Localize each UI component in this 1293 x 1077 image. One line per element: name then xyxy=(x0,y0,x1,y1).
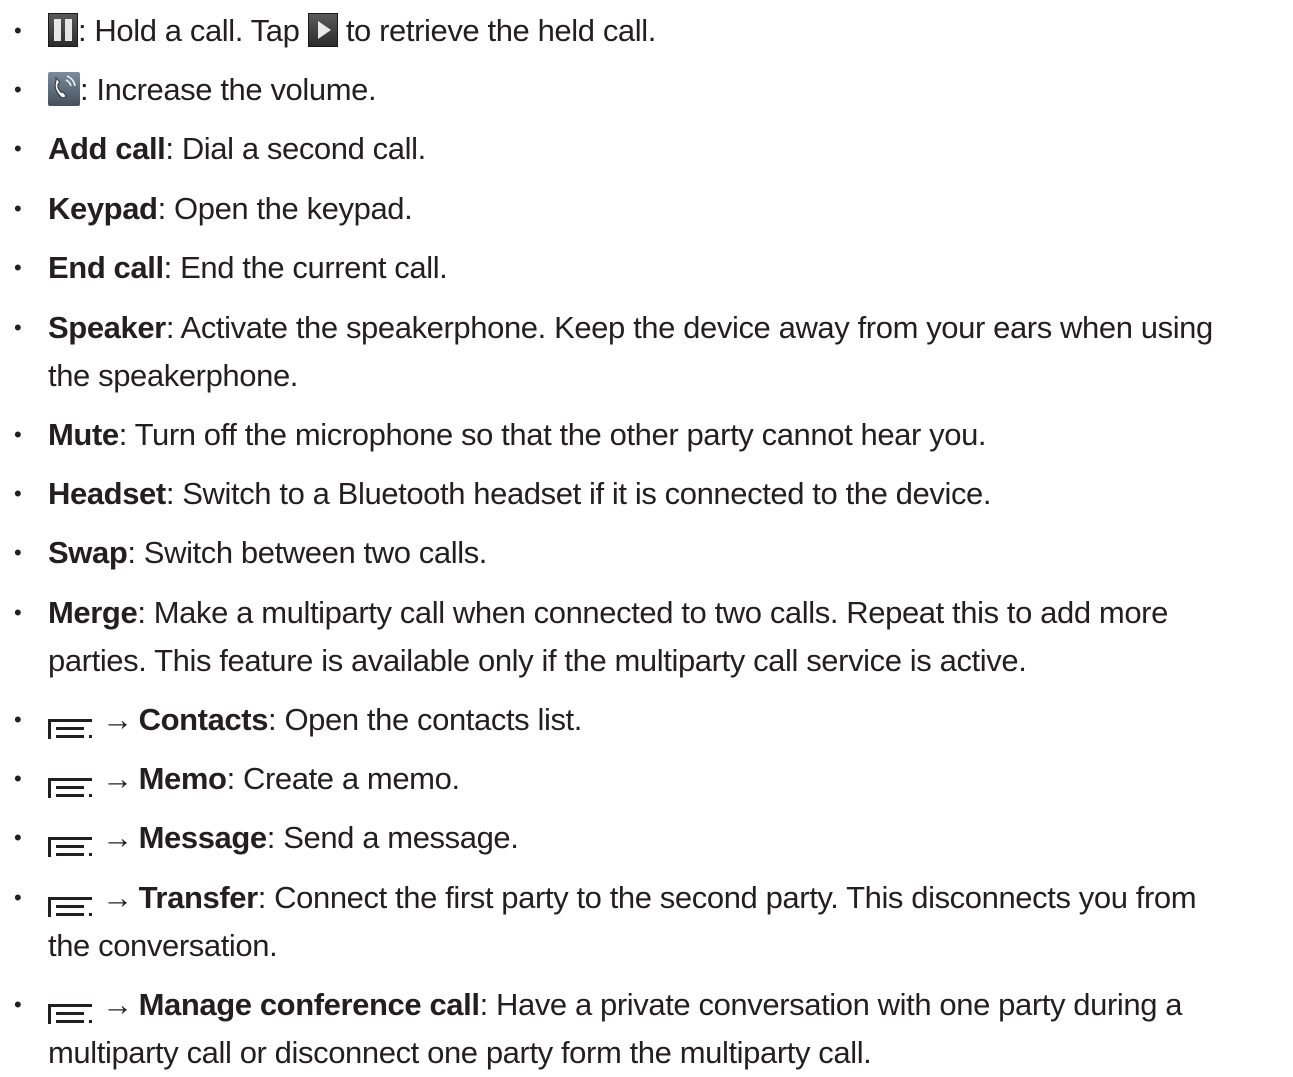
item-desc: : Dial a second call. xyxy=(165,131,426,166)
menu-icon xyxy=(48,992,94,1024)
bullet: • xyxy=(14,422,22,447)
item-term: Transfer xyxy=(138,880,259,915)
menu-icon xyxy=(48,707,94,739)
bullet: • xyxy=(14,600,22,625)
item-term: Keypad xyxy=(48,191,158,226)
bullet: • xyxy=(14,77,22,102)
arrow-icon: → xyxy=(102,702,133,737)
play-icon xyxy=(307,12,338,47)
item-term: Contacts xyxy=(138,702,269,737)
item-desc-continued: parties. This feature is available only … xyxy=(48,643,1027,678)
item-term: Mute xyxy=(48,417,119,452)
bullet: • xyxy=(14,136,22,161)
item-desc: : Switch to a Bluetooth headset if it is… xyxy=(165,476,992,511)
item-text: to retrieve the held call. xyxy=(337,13,657,48)
item-desc: : Switch between two calls. xyxy=(127,535,488,570)
bullet: • xyxy=(14,315,22,340)
item-desc: : End the current call. xyxy=(163,250,448,285)
item-desc-continued: multiparty call or disconnect one party … xyxy=(48,1035,872,1070)
bullet: • xyxy=(14,540,22,565)
bullet: • xyxy=(14,992,22,1017)
bullet: • xyxy=(14,18,22,43)
menu-icon xyxy=(48,766,94,798)
bullet: • xyxy=(14,707,22,732)
menu-icon xyxy=(48,885,94,917)
item-term: Memo xyxy=(138,761,227,796)
bullet: • xyxy=(14,255,22,280)
item-text: : Increase the volume. xyxy=(80,72,377,107)
item-term: Swap xyxy=(48,535,128,570)
arrow-icon: → xyxy=(102,987,133,1022)
item-term: Add call xyxy=(48,131,166,166)
item-term: End call xyxy=(48,250,164,285)
item-term: Manage conference call xyxy=(138,987,480,1022)
hold-icon xyxy=(48,12,78,47)
item-term: Headset xyxy=(48,476,166,511)
item-desc: : Send a message. xyxy=(266,820,519,855)
item-term: Message xyxy=(138,820,268,855)
item-term: Merge xyxy=(48,595,138,630)
item-desc-continued: the speakerphone. xyxy=(48,358,299,393)
bullet: • xyxy=(14,766,22,791)
volume-boost-icon xyxy=(48,71,80,106)
arrow-icon: → xyxy=(102,880,133,915)
item-desc: : Activate the speakerphone. Keep the de… xyxy=(165,310,1213,345)
item-desc-continued: the conversation. xyxy=(48,928,278,963)
arrow-icon: → xyxy=(102,820,133,855)
item-desc: : Have a private conversation with one p… xyxy=(479,987,1183,1022)
item-term: Speaker xyxy=(48,310,166,345)
bullet: • xyxy=(14,481,22,506)
bullet: • xyxy=(14,825,22,850)
item-desc: : Create a memo. xyxy=(226,761,460,796)
bullet: • xyxy=(14,885,22,910)
item-desc: : Open the contacts list. xyxy=(268,702,582,737)
item-text: : Hold a call. Tap xyxy=(78,13,308,48)
item-desc: : Connect the first party to the second … xyxy=(257,880,1197,915)
bullet: • xyxy=(14,196,22,221)
item-desc: : Turn off the microphone so that the ot… xyxy=(118,417,987,452)
item-desc: : Make a multiparty call when connected … xyxy=(137,595,1168,630)
menu-icon xyxy=(48,825,94,857)
arrow-icon: → xyxy=(102,761,133,796)
item-desc: : Open the keypad. xyxy=(157,191,413,226)
